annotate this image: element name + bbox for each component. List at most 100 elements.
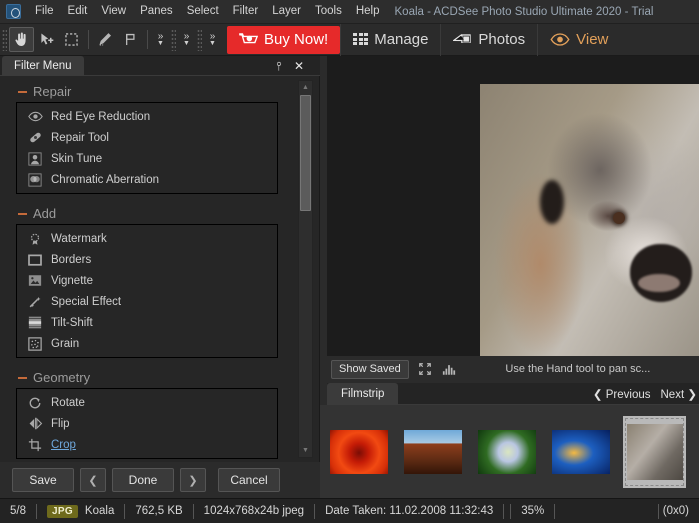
chevron-down-icon: ▼ xyxy=(183,41,190,47)
buy-now-button[interactable]: Buy Now! xyxy=(227,26,340,54)
section-title-geometry: Geometry xyxy=(33,370,90,385)
section-header-repair[interactable]: Repair xyxy=(0,82,292,102)
mode-photos-button[interactable]: Photos xyxy=(440,24,537,56)
toolbar-overflow-1[interactable]: » ▼ xyxy=(152,27,169,52)
flag-tool-icon[interactable] xyxy=(118,27,143,52)
menu-help[interactable]: Help xyxy=(349,2,387,21)
toolbar-grip[interactable] xyxy=(2,29,7,51)
menu-layer[interactable]: Layer xyxy=(265,2,308,21)
section-header-geometry[interactable]: Geometry xyxy=(0,368,292,388)
filter-item-chromatic-aberration[interactable]: Chromatic Aberration xyxy=(17,169,277,190)
thumb-jellyfish[interactable] xyxy=(549,416,612,488)
filter-item-flip[interactable]: Flip xyxy=(17,413,277,434)
thumb-desert-butte[interactable] xyxy=(401,416,464,488)
mode-view-label: View xyxy=(576,31,608,48)
filter-item-crop[interactable]: Crop xyxy=(17,434,277,455)
toolbar-overflow-2[interactable]: » ▼ xyxy=(178,27,195,52)
menu-filter[interactable]: Filter xyxy=(226,2,266,21)
collapse-minus-icon xyxy=(18,213,27,215)
filter-item-grain[interactable]: Grain xyxy=(17,333,277,354)
chromatic-icon xyxy=(27,172,43,188)
next-filter-button[interactable]: ❯ xyxy=(180,468,206,492)
mode-view-button[interactable]: View xyxy=(537,24,620,56)
filter-item-red-eye-reduction[interactable]: Red Eye Reduction xyxy=(17,106,277,127)
menu-view[interactable]: View xyxy=(94,2,133,21)
vignette-icon xyxy=(27,273,43,289)
menu-panes[interactable]: Panes xyxy=(133,2,180,21)
thumb-red-flower[interactable] xyxy=(327,416,390,488)
scrollbar-thumb[interactable] xyxy=(300,95,311,211)
marquee-select-tool-icon[interactable] xyxy=(59,27,84,52)
menu-file[interactable]: File xyxy=(28,2,61,21)
hand-tool-icon[interactable] xyxy=(9,27,34,52)
flip-icon xyxy=(27,416,43,432)
filter-item-skin-tune[interactable]: Skin Tune xyxy=(17,148,277,169)
watermark-icon xyxy=(27,231,43,247)
eye-icon xyxy=(27,109,43,125)
thumb-hydrangea[interactable] xyxy=(475,416,538,488)
toolbar-grip[interactable] xyxy=(197,29,202,51)
filter-menu-scrollbar[interactable]: ▲ ▼ xyxy=(298,80,313,458)
section-title-add: Add xyxy=(33,206,56,221)
status-separator xyxy=(503,504,504,519)
move-tool-icon[interactable] xyxy=(34,27,59,52)
chevron-right-icon: ❯ xyxy=(687,389,697,401)
done-button[interactable]: Done xyxy=(112,468,174,492)
filter-menu-panel: Filter Menu ⫯ ✕ Repair Red Eye Reduction xyxy=(0,56,320,498)
filter-item-special-effect[interactable]: Special Effect xyxy=(17,291,277,312)
close-icon[interactable]: ✕ xyxy=(292,59,306,73)
portrait-icon xyxy=(27,151,43,167)
filter-item-label: Watermark xyxy=(51,233,107,245)
pin-icon[interactable]: ⫯ xyxy=(272,59,286,73)
image-viewer[interactable] xyxy=(327,56,699,356)
filter-item-watermark[interactable]: Watermark xyxy=(17,228,277,249)
filter-section-list: Repair Red Eye Reduction Repair Tool xyxy=(0,76,292,459)
scroll-down-icon[interactable]: ▼ xyxy=(299,444,312,457)
borders-icon xyxy=(27,252,43,268)
section-header-add[interactable]: Add xyxy=(0,204,292,224)
koala-nostril xyxy=(638,274,680,292)
filter-item-label: Grain xyxy=(51,338,79,350)
filter-item-vignette[interactable]: Vignette xyxy=(17,270,277,291)
menu-select[interactable]: Select xyxy=(180,2,226,21)
filter-item-rotate[interactable]: Rotate xyxy=(17,392,277,413)
mode-manage-button[interactable]: Manage xyxy=(340,24,440,56)
filter-item-label: Tilt-Shift xyxy=(51,317,93,329)
toolbar-overflow-3[interactable]: » ▼ xyxy=(204,27,221,52)
cancel-button[interactable]: Cancel xyxy=(218,468,280,492)
status-dimensions: 1024x768x24b jpeg xyxy=(194,505,314,517)
viewer-toolbar: Show Saved Use the Hand tool to pan sc..… xyxy=(327,357,699,381)
save-button[interactable]: Save xyxy=(12,468,74,492)
thumb-koala[interactable] xyxy=(623,416,686,488)
toolbar-grip[interactable] xyxy=(171,29,176,51)
section-title-repair: Repair xyxy=(33,84,71,99)
filter-item-repair-tool[interactable]: Repair Tool xyxy=(17,127,277,148)
scroll-up-icon[interactable]: ▲ xyxy=(299,81,312,94)
brush-tool-icon[interactable] xyxy=(93,27,118,52)
koala-nose xyxy=(630,244,692,302)
panel-button-bar: Save ❮ Done ❯ Cancel xyxy=(0,462,320,498)
mode-photos-label: Photos xyxy=(478,31,525,48)
next-label: Next xyxy=(661,389,685,401)
tab-filter-menu[interactable]: Filter Menu xyxy=(2,56,84,76)
expand-icon[interactable] xyxy=(417,361,433,377)
previous-filter-button[interactable]: ❮ xyxy=(80,468,106,492)
thumbnail-image xyxy=(404,430,462,474)
menu-edit[interactable]: Edit xyxy=(61,2,95,21)
show-saved-button[interactable]: Show Saved xyxy=(331,360,409,379)
tab-filmstrip[interactable]: Filmstrip xyxy=(327,383,398,405)
menu-tools[interactable]: Tools xyxy=(308,2,349,21)
tab-filter-menu-label: Filter Menu xyxy=(14,60,72,72)
filmstrip-strip[interactable] xyxy=(320,405,699,498)
histogram-icon[interactable] xyxy=(441,361,457,377)
previous-image-link[interactable]: ❮ Previous xyxy=(593,387,651,401)
filter-item-tilt-shift[interactable]: Tilt-Shift xyxy=(17,312,277,333)
filter-item-borders[interactable]: Borders xyxy=(17,249,277,270)
next-image-link[interactable]: Next ❯ xyxy=(661,387,698,401)
menu-bar: File Edit View Panes Select Filter Layer… xyxy=(0,0,699,24)
chevron-down-icon: ▼ xyxy=(209,41,216,47)
chevron-down-icon: ▼ xyxy=(157,41,164,47)
format-badge: JPG xyxy=(47,505,78,518)
status-file: JPG Koala xyxy=(37,505,124,518)
image-area: Show Saved Use the Hand tool to pan sc..… xyxy=(320,56,699,498)
